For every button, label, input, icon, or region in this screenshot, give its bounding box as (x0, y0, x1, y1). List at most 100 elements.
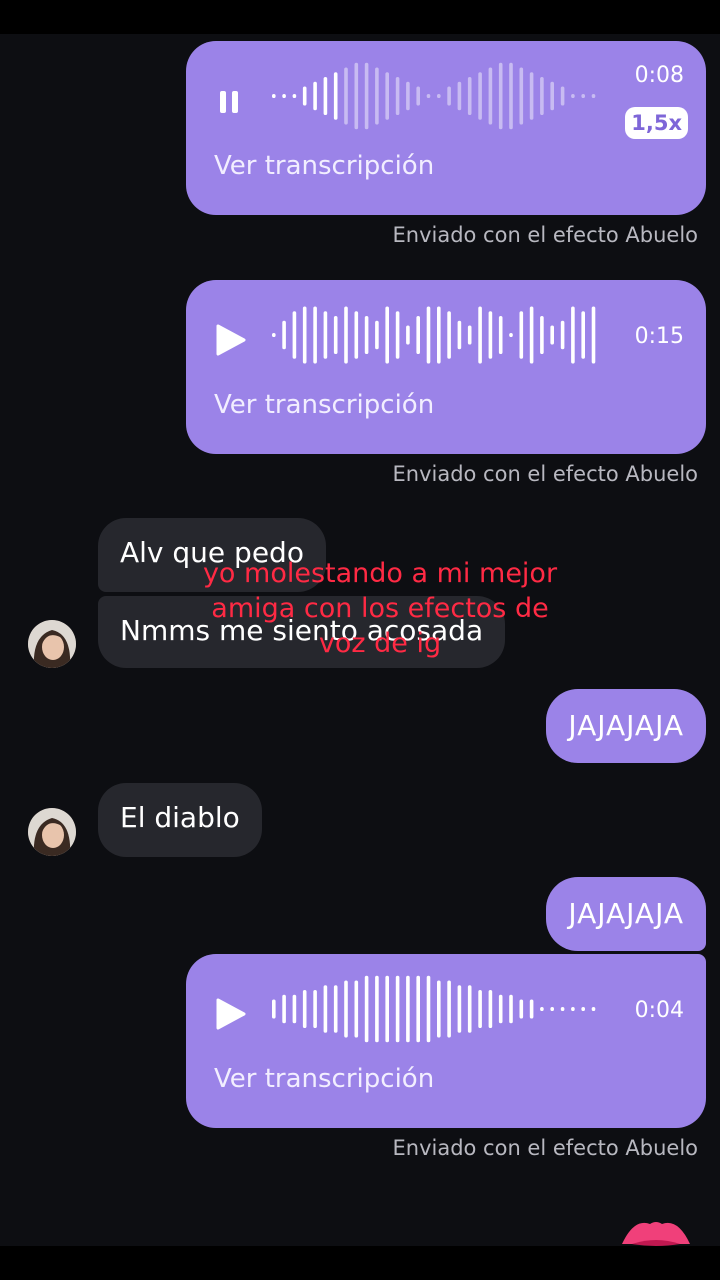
waveform-bar (313, 81, 317, 111)
voice-duration: 0:15 (634, 324, 684, 349)
waveform-bar (488, 311, 493, 359)
waveform-bar (302, 86, 307, 106)
waveform-bar (426, 94, 431, 98)
waveform-bar (282, 320, 286, 350)
waveform-bar (437, 306, 441, 364)
waveform-bar (519, 999, 524, 1019)
play-icon[interactable] (212, 994, 246, 1034)
bottom-bar (0, 1246, 720, 1280)
waveform-bar (591, 94, 596, 98)
waveform-bar (509, 994, 513, 1024)
waveform-bar (581, 1007, 585, 1011)
waveform-bar (313, 990, 317, 1028)
waveform-bar (344, 980, 348, 1038)
waveform-bar (416, 975, 420, 1043)
pause-icon[interactable] (212, 81, 246, 121)
waveform-bar (313, 306, 317, 364)
waveform-bar (509, 333, 513, 337)
waveform-bar (292, 994, 297, 1024)
voice-message[interactable]: 0:15 Ver transcripción (186, 280, 706, 454)
waveform-bar (385, 975, 389, 1043)
waveform-bar (529, 999, 534, 1019)
waveform[interactable] (270, 300, 600, 370)
incoming-message[interactable]: El diablo (98, 783, 262, 857)
waveform-bar (498, 316, 503, 354)
voice-message[interactable]: 0:04 Ver transcripción (186, 954, 706, 1128)
message-text: JAJAJAJA (568, 709, 684, 742)
waveform-bar (529, 306, 534, 364)
playback-speed-button[interactable]: 1,5x (625, 107, 688, 139)
play-icon[interactable] (212, 320, 246, 360)
waveform-bar (478, 72, 482, 120)
waveform-bar (354, 311, 359, 359)
waveform-bar (488, 990, 493, 1028)
waveform-bar (292, 94, 297, 98)
waveform-bar (375, 67, 379, 125)
waveform-bar (447, 311, 451, 359)
waveform-bar (591, 1007, 596, 1011)
waveform-bar (529, 72, 534, 120)
waveform-bar (426, 306, 431, 364)
waveform-bar (437, 94, 441, 98)
waveform-bar (375, 975, 379, 1043)
waveform-bar (282, 994, 286, 1024)
waveform-bar (509, 62, 513, 130)
waveform-bar (550, 1007, 554, 1011)
waveform-bar (560, 1007, 565, 1011)
contact-avatar[interactable] (28, 808, 76, 856)
waveform-bar (478, 306, 482, 364)
waveform-bar (416, 316, 420, 354)
waveform-bar (333, 72, 338, 120)
waveform-bar (550, 325, 554, 345)
contact-avatar[interactable] (28, 620, 76, 668)
waveform-bar (395, 975, 400, 1043)
waveform-bar (550, 81, 554, 111)
avatar-photo (28, 620, 76, 668)
waveform-bar (272, 999, 276, 1019)
waveform-bar (447, 86, 451, 106)
voice-message[interactable]: 0:08 1,5x Ver transcripción (186, 41, 706, 215)
waveform-bar (364, 975, 369, 1043)
view-transcript-link[interactable]: Ver transcripción (214, 1064, 434, 1094)
waveform-bar (519, 67, 524, 125)
message-text: JAJAJAJA (568, 897, 684, 930)
waveform-bar (560, 86, 565, 106)
waveform-bar (395, 311, 400, 359)
voice-duration: 0:04 (634, 998, 684, 1023)
waveform-bar (571, 306, 575, 364)
waveform-bar (498, 62, 503, 130)
outgoing-message[interactable]: JAJAJAJA (546, 877, 706, 951)
waveform-bar (416, 86, 420, 106)
waveform-bar (447, 980, 451, 1038)
waveform-bar (302, 306, 307, 364)
message-text: El diablo (120, 801, 240, 834)
waveform-bar (395, 77, 400, 115)
waveform-bar (498, 994, 503, 1024)
waveform-bar (571, 1007, 575, 1011)
waveform-bar (540, 77, 544, 115)
waveform-bar (302, 990, 307, 1028)
waveform-bar (364, 316, 369, 354)
waveform-bar (540, 316, 544, 354)
waveform-bar (581, 311, 585, 359)
waveform-bar (364, 62, 369, 130)
waveform-bar (272, 333, 276, 337)
message-status: Enviado con el efecto Abuelo (392, 1136, 698, 1160)
outgoing-message[interactable]: JAJAJAJA (546, 689, 706, 763)
waveform-bar (426, 975, 431, 1043)
waveform-bar (282, 94, 286, 98)
avatar-photo (28, 808, 76, 856)
waveform-bar (272, 94, 276, 98)
lips-reaction-icon[interactable] (620, 1214, 692, 1250)
waveform[interactable] (270, 61, 600, 131)
waveform-bar (540, 1007, 544, 1011)
waveform[interactable] (270, 974, 600, 1044)
voice-duration: 0:08 (634, 63, 684, 88)
view-transcript-link[interactable]: Ver transcripción (214, 390, 434, 420)
waveform-bar (375, 320, 379, 350)
waveform-bar (591, 306, 596, 364)
waveform-bar (344, 306, 348, 364)
waveform-bar (519, 311, 524, 359)
view-transcript-link[interactable]: Ver transcripción (214, 151, 434, 181)
waveform-bar (385, 306, 389, 364)
